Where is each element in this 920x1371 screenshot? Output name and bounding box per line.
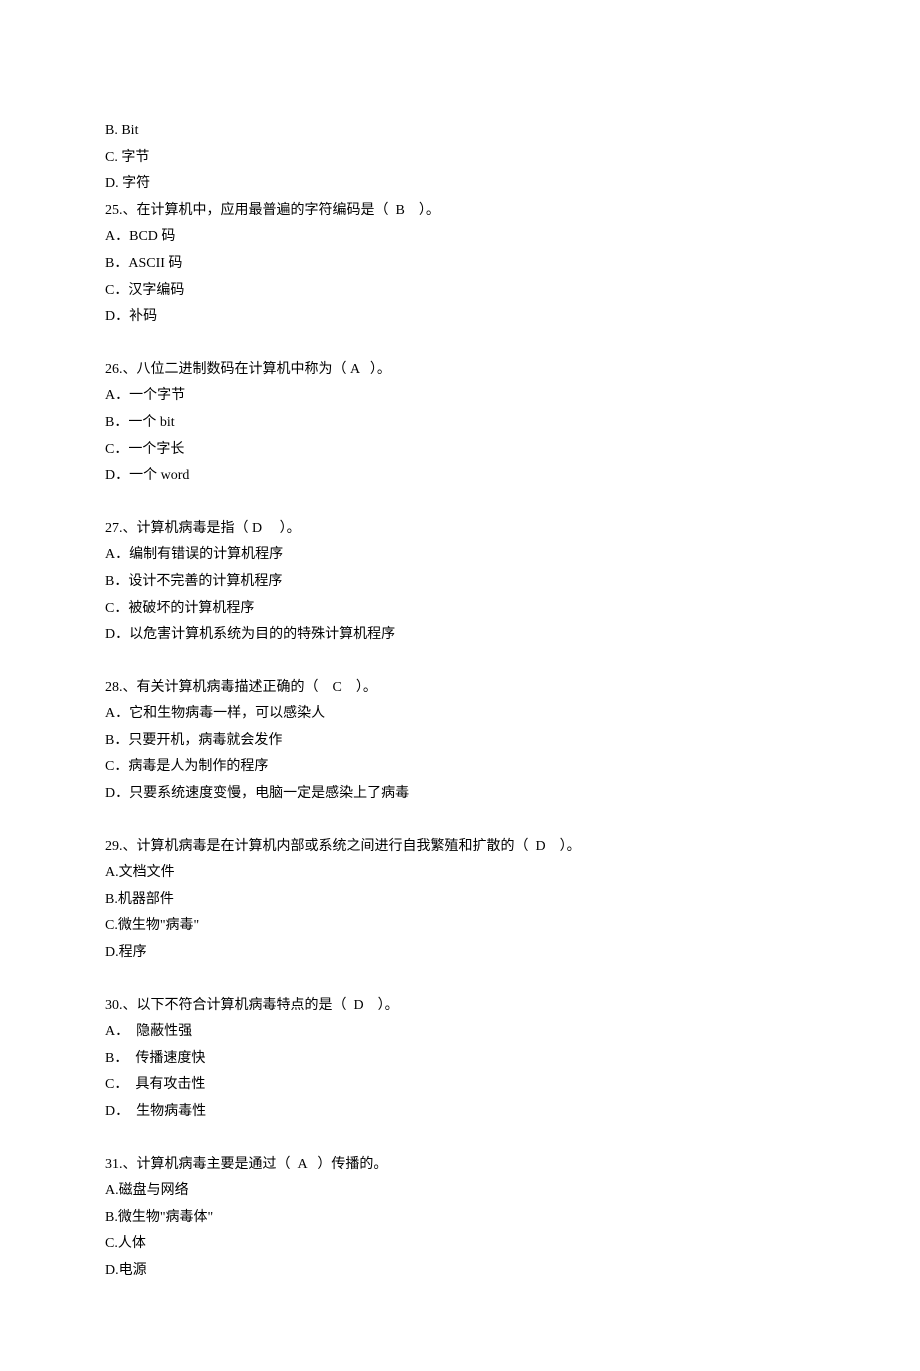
option-line: A．编制有错误的计算机程序: [105, 542, 815, 569]
question-block: 26.、八位二进制数码在计算机中称为（ A ）。A．一个字节B．一个 bitC．…: [105, 357, 815, 490]
questions-container: 25.、在计算机中，应用最普遍的字符编码是（ B ）。A．BCD 码B．ASCI…: [105, 198, 815, 1285]
option-line: A．BCD 码: [105, 224, 815, 251]
option-line: A.磁盘与网络: [105, 1178, 815, 1205]
option-line: B．一个 bit: [105, 410, 815, 437]
question-stem: 28.、有关计算机病毒描述正确的（ C ）。: [105, 675, 815, 702]
option-line: D. 字符: [105, 171, 815, 198]
question-stem: 27.、计算机病毒是指（ D ）。: [105, 516, 815, 543]
option-line: A.文档文件: [105, 860, 815, 887]
option-line: A． 隐蔽性强: [105, 1019, 815, 1046]
option-line: B．ASCII 码: [105, 251, 815, 278]
question-stem: 31.、计算机病毒主要是通过（ A ）传播的。: [105, 1152, 815, 1179]
option-line: A．它和生物病毒一样，可以感染人: [105, 701, 815, 728]
option-line: D．补码: [105, 304, 815, 331]
question-block: 28.、有关计算机病毒描述正确的（ C ）。A．它和生物病毒一样，可以感染人B．…: [105, 675, 815, 808]
option-line: D．以危害计算机系统为目的的特殊计算机程序: [105, 622, 815, 649]
question-fragment-block: B. BitC. 字节D. 字符: [105, 118, 815, 198]
option-line: C． 具有攻击性: [105, 1072, 815, 1099]
option-line: B.微生物"病毒体": [105, 1205, 815, 1232]
option-line: D.电源: [105, 1258, 815, 1285]
question-stem: 29.、计算机病毒是在计算机内部或系统之间进行自我繁殖和扩散的（ D ）。: [105, 834, 815, 861]
question-block: 29.、计算机病毒是在计算机内部或系统之间进行自我繁殖和扩散的（ D ）。A.文…: [105, 834, 815, 967]
document-page: B. BitC. 字节D. 字符 25.、在计算机中，应用最普遍的字符编码是（ …: [0, 0, 920, 1371]
option-line: C．汉字编码: [105, 278, 815, 305]
question-block: 27.、计算机病毒是指（ D ）。A．编制有错误的计算机程序B．设计不完善的计算…: [105, 516, 815, 649]
option-line: C.微生物"病毒": [105, 913, 815, 940]
option-line: D．一个 word: [105, 463, 815, 490]
option-line: B. Bit: [105, 118, 815, 145]
option-line: B.机器部件: [105, 887, 815, 914]
option-line: C.人体: [105, 1231, 815, 1258]
option-line: C．一个字长: [105, 437, 815, 464]
question-block: 31.、计算机病毒主要是通过（ A ）传播的。A.磁盘与网络B.微生物"病毒体"…: [105, 1152, 815, 1285]
option-line: B．只要开机，病毒就会发作: [105, 728, 815, 755]
question-stem: 26.、八位二进制数码在计算机中称为（ A ）。: [105, 357, 815, 384]
question-stem: 30.、以下不符合计算机病毒特点的是（ D ）。: [105, 993, 815, 1020]
option-line: D.程序: [105, 940, 815, 967]
option-line: B．设计不完善的计算机程序: [105, 569, 815, 596]
option-line: D． 生物病毒性: [105, 1099, 815, 1126]
option-line: C．被破坏的计算机程序: [105, 596, 815, 623]
option-line: A．一个字节: [105, 383, 815, 410]
question-stem: 25.、在计算机中，应用最普遍的字符编码是（ B ）。: [105, 198, 815, 225]
option-line: C. 字节: [105, 145, 815, 172]
option-line: D．只要系统速度变慢，电脑一定是感染上了病毒: [105, 781, 815, 808]
question-block: 30.、以下不符合计算机病毒特点的是（ D ）。A． 隐蔽性强B． 传播速度快C…: [105, 993, 815, 1126]
option-line: B． 传播速度快: [105, 1046, 815, 1073]
option-line: C．病毒是人为制作的程序: [105, 754, 815, 781]
question-block: 25.、在计算机中，应用最普遍的字符编码是（ B ）。A．BCD 码B．ASCI…: [105, 198, 815, 331]
